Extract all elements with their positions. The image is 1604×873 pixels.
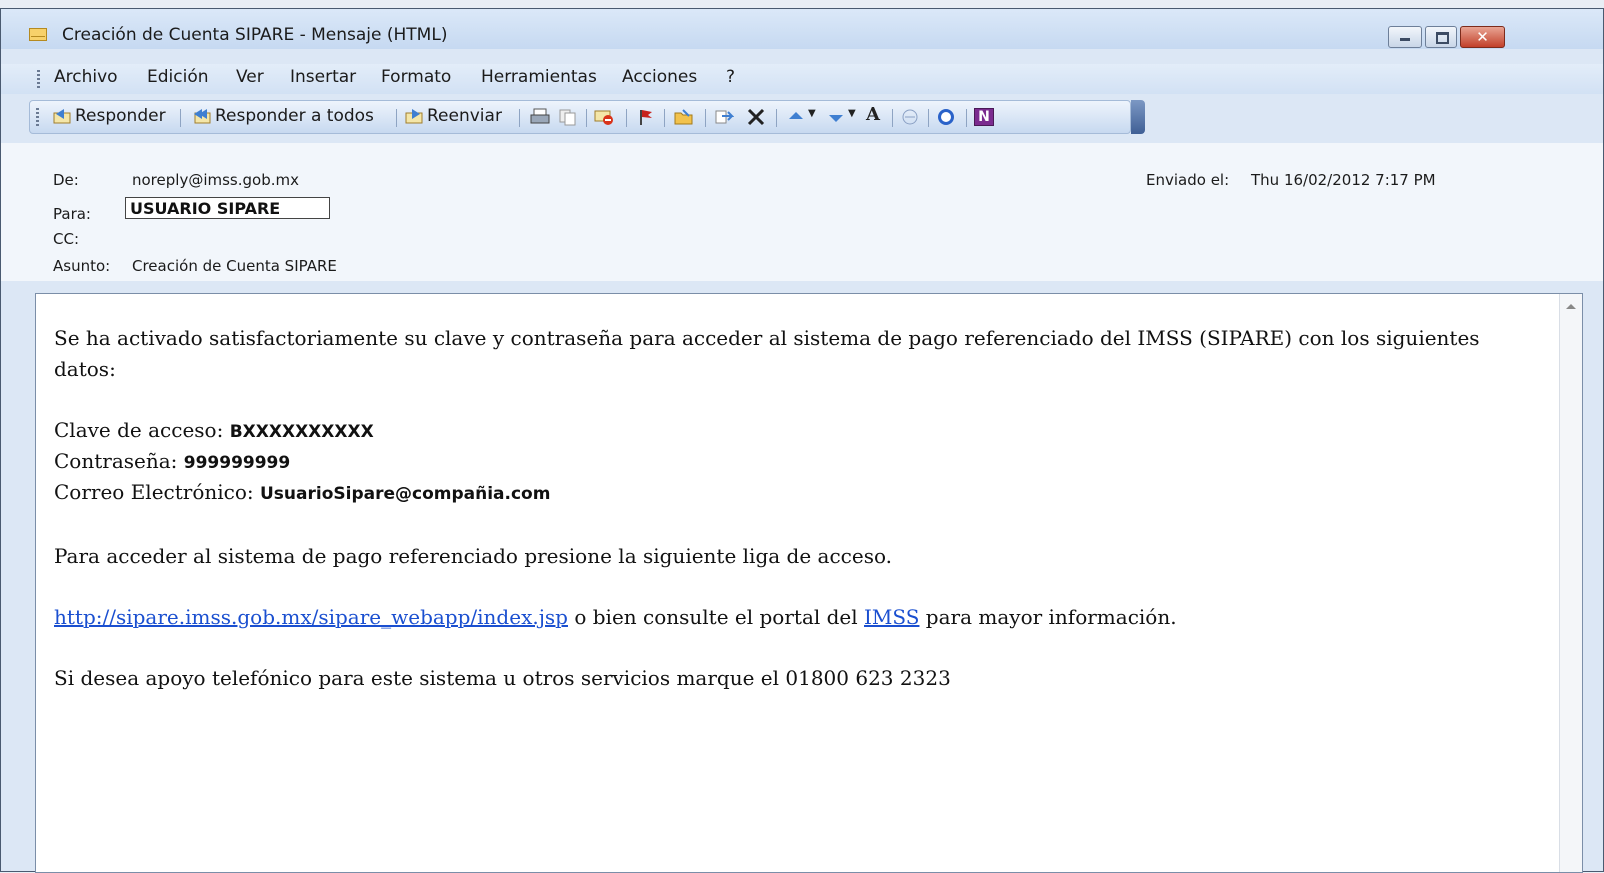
from-label: De:	[53, 171, 79, 189]
forward-icon	[405, 109, 423, 124]
window-title: Creación de Cuenta SIPARE - Mensaje (HTM…	[62, 25, 448, 45]
copy-icon[interactable]	[558, 108, 578, 126]
cc-label: CC:	[53, 230, 80, 248]
toolbar-separator	[586, 109, 587, 127]
envelope-icon	[29, 28, 47, 41]
delete-icon[interactable]	[746, 108, 766, 126]
font-size-icon[interactable]: A	[866, 104, 886, 125]
access-text: Para acceder al sistema de pago referenc…	[54, 544, 893, 568]
menu-formato[interactable]: Formato	[381, 67, 451, 87]
toolbar-separator	[396, 109, 397, 127]
toolbar-separator	[892, 109, 893, 127]
toolbar-grip[interactable]	[36, 108, 39, 126]
subject-value: Creación de Cuenta SIPARE	[132, 257, 337, 275]
reply-icon	[53, 109, 71, 124]
toolbar-separator	[966, 109, 967, 127]
maximize-button[interactable]	[1425, 26, 1457, 48]
intro-line-2: datos:	[54, 357, 116, 381]
menu-acciones[interactable]: Acciones	[622, 67, 697, 87]
subject-label: Asunto:	[53, 257, 111, 275]
title-bar: Creación de Cuenta SIPARE - Mensaje (HTM…	[1, 9, 1603, 49]
chevron-down-icon[interactable]: ▼	[808, 108, 828, 126]
forward-button[interactable]: Reenviar	[404, 106, 502, 128]
reply-all-icon	[194, 109, 211, 124]
scroll-up-icon[interactable]	[1566, 304, 1576, 309]
to-label: Para:	[53, 205, 91, 223]
menu-herramientas[interactable]: Herramientas	[481, 67, 597, 87]
flag-icon[interactable]	[636, 108, 656, 126]
message-body[interactable]: Se ha activado satisfactoriamente su cla…	[35, 293, 1583, 873]
toolbar-separator	[928, 109, 929, 127]
link-line: http://sipare.imss.gob.mx/sipare_webapp/…	[54, 605, 1177, 629]
message-header: De: noreply@imss.gob.mx Enviado el: Thu …	[1, 143, 1603, 281]
onenote-icon[interactable]: N	[974, 108, 994, 126]
from-value[interactable]: noreply@imss.gob.mx	[132, 171, 299, 189]
menu-ver[interactable]: Ver	[236, 67, 264, 87]
reply-all-button[interactable]: Responder a todos	[192, 106, 374, 128]
password-label: Contraseña:	[54, 449, 184, 473]
vertical-scrollbar[interactable]	[1559, 294, 1582, 872]
minimize-button[interactable]	[1388, 26, 1422, 48]
imss-link[interactable]: IMSS	[864, 605, 919, 629]
sent-value: Thu 16/02/2012 7:17 PM	[1251, 171, 1436, 189]
forward-label: Reenviar	[427, 106, 502, 126]
reply-label: Responder	[75, 106, 166, 126]
menu-grip[interactable]	[37, 70, 40, 88]
menu-archivo[interactable]: Archivo	[54, 67, 118, 87]
menu-bar: Archivo Edición Ver Insertar Formato Her…	[1, 64, 1603, 94]
help-icon[interactable]	[936, 108, 956, 126]
toolbar-separator	[776, 109, 777, 127]
sent-label: Enviado el:	[1146, 171, 1230, 189]
up-arrow-icon[interactable]	[786, 108, 806, 126]
menu-edicion[interactable]: Edición	[147, 67, 209, 87]
print-icon[interactable]	[530, 108, 550, 126]
toolbar-separator	[626, 109, 627, 127]
close-icon: ✕	[1476, 28, 1489, 46]
close-button[interactable]: ✕	[1460, 26, 1505, 48]
toolbar: Responder Responder a todos Reenviar ▼ ▼…	[29, 100, 1131, 134]
reply-all-label: Responder a todos	[215, 106, 374, 126]
down-arrow-icon[interactable]	[826, 108, 846, 126]
delete-message-icon[interactable]	[594, 108, 614, 126]
intro-line-1: Se ha activado satisfactoriamente su cla…	[54, 326, 1480, 350]
email-line: Correo Electrónico: UsuarioSipare@compañ…	[54, 480, 550, 504]
toolbar-separator	[705, 109, 706, 127]
chevron-down-icon[interactable]: ▼	[848, 108, 868, 126]
clave-line: Clave de acceso: BXXXXXXXXXX	[54, 418, 374, 442]
toolbar-separator	[519, 109, 520, 127]
reply-button[interactable]: Responder	[52, 106, 166, 128]
password-line: Contraseña: 999999999	[54, 449, 290, 473]
link-text-2: para mayor información.	[919, 605, 1177, 629]
toolbar-separator	[664, 109, 665, 127]
toolbar-overflow-button[interactable]	[1131, 100, 1145, 134]
email-value: UsuarioSipare@compañia.com	[260, 484, 551, 504]
open-folder-icon[interactable]	[674, 108, 694, 126]
email-label: Correo Electrónico:	[54, 480, 260, 504]
clave-value: BXXXXXXXXXX	[229, 422, 374, 442]
menu-help[interactable]: ?	[726, 67, 735, 87]
clave-label: Clave de acceso:	[54, 418, 230, 442]
sipare-url-link[interactable]: http://sipare.imss.gob.mx/sipare_webapp/…	[54, 605, 568, 629]
to-recipient[interactable]: USUARIO SIPARE	[125, 197, 330, 219]
translate-icon[interactable]	[900, 108, 920, 126]
phone-text: Si desea apoyo telefónico para este sist…	[54, 666, 951, 690]
move-icon[interactable]	[714, 108, 734, 126]
to-value: USUARIO SIPARE	[130, 199, 281, 218]
link-text-1: o bien consulte el portal del	[567, 605, 865, 629]
menu-insertar[interactable]: Insertar	[290, 67, 356, 87]
password-value: 999999999	[183, 453, 291, 473]
toolbar-separator	[180, 109, 181, 127]
message-window: Creación de Cuenta SIPARE - Mensaje (HTM…	[0, 8, 1604, 873]
